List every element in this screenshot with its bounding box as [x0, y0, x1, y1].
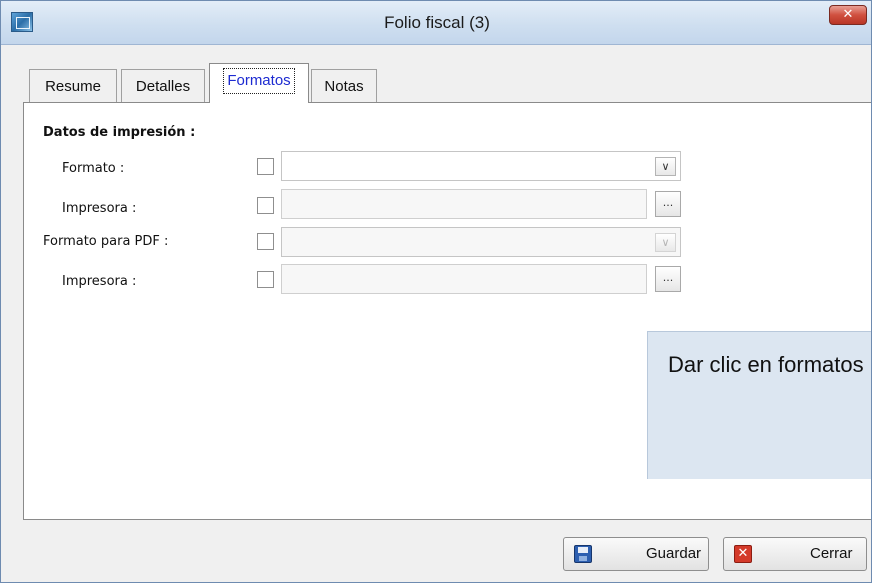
title-bar[interactable]: Folio fiscal (3) ✕: [1, 1, 871, 45]
callout-text: Dar clic en formatos: [668, 352, 864, 377]
formato-pdf-checkbox[interactable]: [257, 233, 274, 250]
save-button-label: Guardar: [646, 545, 702, 562]
close-icon: ✕: [734, 545, 752, 563]
formato-pdf-label: Formato para PDF :: [43, 234, 169, 249]
formato-label: Formato :: [62, 161, 125, 176]
formato-pdf-select[interactable]: ∨: [281, 227, 681, 257]
impresora-pdf-label: Impresora :: [62, 274, 137, 289]
window-close-button[interactable]: ✕: [829, 5, 867, 25]
tab-formatos[interactable]: Formatos: [209, 63, 309, 103]
window-title: Folio fiscal (3): [384, 13, 490, 32]
close-button-label: Cerrar: [810, 545, 853, 562]
impresora-browse-button[interactable]: ...: [655, 191, 681, 217]
impresora-pdf-browse-button[interactable]: ...: [655, 266, 681, 292]
impresora-pdf-field[interactable]: [281, 264, 647, 294]
impresora-field[interactable]: [281, 189, 647, 219]
save-button[interactable]: Guardar: [563, 537, 709, 571]
floppy-disk-icon: [574, 545, 592, 563]
tab-detalles[interactable]: Detalles: [121, 69, 205, 103]
close-button[interactable]: ✕ Cerrar: [723, 537, 867, 571]
tab-formatos-label: Formatos: [223, 68, 295, 94]
instruction-callout: Dar clic en formatos: [647, 331, 871, 479]
formato-select[interactable]: ∨: [281, 151, 681, 181]
impresora-label: Impresora :: [62, 201, 137, 216]
chevron-down-icon[interactable]: ∨: [655, 233, 676, 252]
tab-resume[interactable]: Resume: [29, 69, 117, 103]
dialog-window: Folio fiscal (3) ✕ Resume Detalles Forma…: [0, 0, 872, 583]
formato-checkbox[interactable]: [257, 158, 274, 175]
tab-notas[interactable]: Notas: [311, 69, 377, 103]
close-icon: ✕: [842, 7, 854, 22]
impresora-checkbox[interactable]: [257, 197, 274, 214]
chevron-down-icon[interactable]: ∨: [655, 157, 676, 176]
impresora-pdf-checkbox[interactable]: [257, 271, 274, 288]
section-title: Datos de impresión :: [43, 125, 196, 140]
